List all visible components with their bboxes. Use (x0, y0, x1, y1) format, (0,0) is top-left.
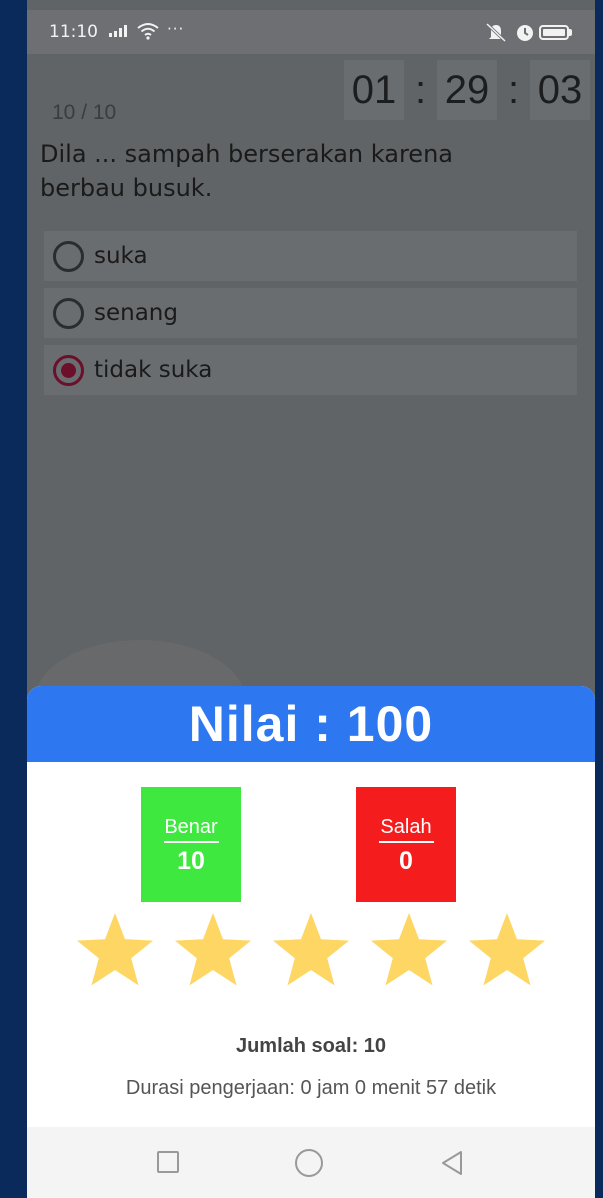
option-label: senang (94, 300, 178, 326)
star-rating (27, 910, 595, 990)
battery-tip (569, 29, 572, 36)
star-icon (77, 913, 153, 986)
answer-option[interactable]: tidak suka (44, 345, 577, 395)
more-icon: ··· (167, 20, 185, 38)
battery-icon (539, 25, 569, 40)
dialog-header: Nilai : 100 (27, 686, 595, 762)
device-frame (0, 0, 27, 1198)
star-icon (273, 913, 349, 986)
correct-count-tile: Benar 10 (141, 787, 241, 902)
divider (163, 841, 219, 843)
recents-icon[interactable] (157, 1151, 179, 1173)
phone-screen: 11:10 ··· 01 : 29 : 03 10 / 10 Dila ... … (27, 0, 595, 1198)
signal-icon (109, 25, 127, 37)
option-label: tidak suka (94, 357, 213, 383)
option-label: suka (94, 243, 148, 269)
total-questions: Jumlah soal: 10 (235, 1035, 387, 1057)
correct-label: Benar (164, 816, 218, 838)
result-dialog: Nilai : 100 Benar 10 Salah 0 Jumlah soal… (27, 686, 595, 1198)
radio-button[interactable] (53, 297, 84, 329)
radio-button-selected[interactable] (53, 354, 84, 386)
home-icon[interactable] (295, 1149, 323, 1177)
wrong-count-tile: Salah 0 (356, 787, 456, 902)
star-icon (175, 913, 251, 986)
star-icon (371, 913, 447, 986)
wrong-label: Salah (380, 816, 432, 838)
timer-separator: : (507, 68, 520, 112)
question-text: Dila ... sampah berserakan karena berbau… (40, 140, 453, 202)
score-title: Nilai : 100 (188, 696, 434, 752)
status-time: 11:10 (49, 22, 98, 42)
timer-separator: : (414, 68, 427, 112)
answer-option[interactable]: senang (44, 288, 577, 338)
timer-hours: 01 (344, 60, 404, 120)
navigation-bar (27, 1127, 595, 1198)
countdown-timer: 01 : 29 : 03 (344, 60, 590, 120)
timer-seconds: 03 (530, 60, 590, 120)
correct-value: 10 (177, 847, 205, 875)
divider (378, 841, 434, 843)
question-counter: 10 / 10 (52, 101, 117, 124)
answer-option[interactable]: suka (44, 231, 577, 281)
alarm-icon (517, 25, 533, 41)
radio-button[interactable] (53, 240, 84, 272)
back-icon[interactable] (439, 1149, 465, 1177)
wrong-value: 0 (399, 847, 413, 875)
timer-minutes: 29 (437, 60, 497, 120)
wifi-icon (137, 23, 159, 40)
mute-icon (485, 22, 507, 42)
star-icon (469, 913, 545, 986)
duration-text: Durasi pengerjaan: 0 jam 0 menit 57 deti… (125, 1077, 497, 1099)
status-bar: 11:10 ··· (27, 10, 595, 54)
